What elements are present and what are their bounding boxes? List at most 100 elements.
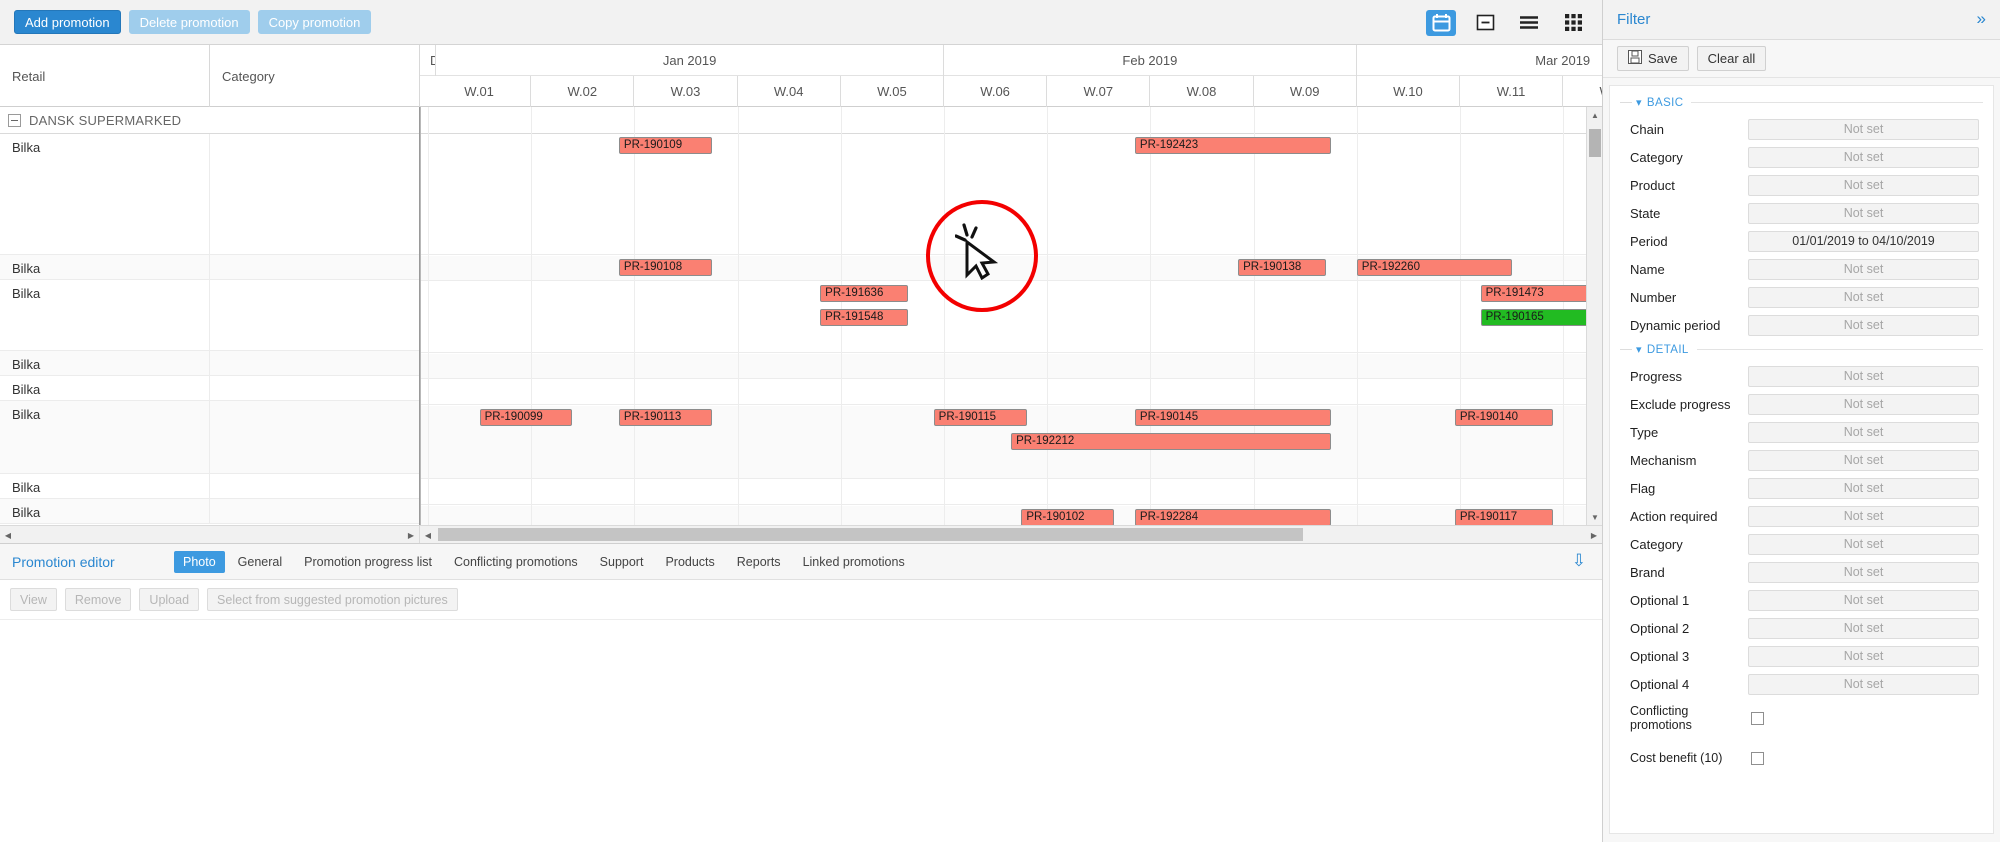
promotion-bar[interactable]: PR-190117	[1454, 509, 1553, 525]
table-row[interactable]: Bilka	[0, 499, 419, 524]
column-header-category[interactable]: Category	[210, 45, 420, 107]
filter-value-optional-3[interactable]: Not set	[1748, 645, 1979, 667]
filter-value-name[interactable]: Not set	[1748, 258, 1979, 280]
chart-scroll-right-arrow-icon[interactable]: ▶	[1586, 526, 1602, 544]
filter-value-action-required[interactable]: Not set	[1748, 505, 1979, 527]
copy-promotion-button[interactable]: Copy promotion	[257, 10, 372, 34]
promotion-bar[interactable]: PR-190099	[479, 409, 573, 426]
photo-upload-button[interactable]: Upload	[139, 588, 200, 611]
photo-view-button[interactable]: View	[10, 588, 57, 611]
promotion-bar[interactable]: PR-190140	[1454, 409, 1553, 426]
chevron-down-icon[interactable]: ⇩	[1572, 552, 1586, 570]
gantt-chart-pane[interactable]: PR-190109 PR-192423 PR-190108 PR-190138 PR-1…	[420, 107, 1602, 525]
filter-value-period[interactable]: 01/01/2019 to 04/10/2019	[1748, 230, 1979, 252]
checkbox-conflicting-promotions[interactable]	[1751, 711, 1764, 725]
tile-view-icon[interactable]	[1558, 10, 1588, 36]
promotion-bar[interactable]: PR-191636	[820, 285, 908, 302]
filter-value-mechanism[interactable]: Not set	[1748, 449, 1979, 471]
table-row[interactable]: Bilka	[0, 376, 419, 401]
horizontal-scroll-thumb[interactable]	[438, 528, 1303, 541]
tab-promotion-progress-list[interactable]: Promotion progress list	[295, 551, 441, 573]
promotion-bar[interactable]: PR-190165	[1480, 309, 1602, 326]
group-row-dansk-supermarked[interactable]: DANSK SUPERMARKED	[0, 107, 419, 134]
filter-clear-all-button[interactable]: Clear all	[1696, 46, 1767, 71]
chart-scroll-left-arrow-icon[interactable]: ◀	[420, 526, 436, 544]
filter-value-product[interactable]: Not set	[1748, 174, 1979, 196]
chart-row-band[interactable]	[420, 282, 1602, 353]
filter-label: Dynamic period	[1630, 317, 1721, 333]
filter-save-button[interactable]: Save	[1617, 46, 1689, 71]
column-header-retail[interactable]: Retail	[0, 45, 210, 107]
tab-reports[interactable]: Reports	[728, 551, 790, 573]
promotion-bar[interactable]: PR-190113	[618, 409, 712, 426]
chart-row-band[interactable]	[420, 380, 1602, 405]
collapse-group-icon[interactable]	[8, 113, 21, 127]
promotion-bar[interactable]: PR-192423	[1134, 137, 1331, 154]
filter-value-optional-2[interactable]: Not set	[1748, 617, 1979, 639]
left-scroll-right-arrow-icon[interactable]: ▶	[403, 526, 419, 544]
filter-value-chain[interactable]: Not set	[1748, 118, 1979, 140]
filter-value-progress[interactable]: Not set	[1748, 365, 1979, 387]
tab-support[interactable]: Support	[591, 551, 653, 573]
left-pane-hscrollbar[interactable]: ◀ ▶	[0, 526, 420, 544]
timeline-week-cell: W.05	[841, 76, 944, 107]
table-row[interactable]: Bilka	[0, 401, 419, 474]
promotion-bar[interactable]: PR-192284	[1134, 509, 1331, 525]
filter-section-basic[interactable]: ▾ BASIC	[1620, 96, 1983, 109]
tab-general[interactable]: General	[229, 551, 291, 573]
table-row[interactable]: Bilka	[0, 351, 419, 376]
left-scroll-left-arrow-icon[interactable]: ◀	[0, 526, 16, 544]
filter-section-detail[interactable]: ▾ DETAIL	[1620, 343, 1983, 356]
promotion-bar[interactable]: PR-190102	[1021, 509, 1115, 525]
tab-linked-promotions[interactable]: Linked promotions	[794, 551, 914, 573]
promotion-bar[interactable]: PR-192260	[1356, 259, 1512, 276]
tab-products[interactable]: Products	[656, 551, 723, 573]
collapse-right-icon[interactable]: »	[1977, 9, 1986, 29]
table-row[interactable]: Bilka	[0, 280, 419, 351]
filter-value-optional-4[interactable]: Not set	[1748, 673, 1979, 695]
add-promotion-button[interactable]: Add promotion	[14, 10, 121, 34]
table-row[interactable]: Bilka	[0, 474, 419, 499]
promotion-bar[interactable]: PR-191473	[1480, 285, 1602, 302]
promotion-bar[interactable]: PR-190109	[618, 137, 712, 154]
promotion-bar[interactable]: PR-190115	[933, 409, 1027, 426]
photo-select-button[interactable]: Select from suggested promotion pictures	[207, 588, 458, 611]
gantt-vertical-scrollbar[interactable]: ▲ ▼	[1586, 107, 1602, 525]
promotion-bar[interactable]: PR-191548	[820, 309, 908, 326]
row-cell-category	[210, 351, 419, 375]
scroll-down-arrow-icon[interactable]: ▼	[1587, 509, 1602, 525]
chart-row-band[interactable]	[420, 506, 1602, 525]
filter-value-dynamic-period[interactable]: Not set	[1748, 314, 1979, 336]
filter-value-number[interactable]: Not set	[1748, 286, 1979, 308]
filter-value-category[interactable]: Not set	[1748, 146, 1979, 168]
filter-value-state[interactable]: Not set	[1748, 202, 1979, 224]
calendar-view-icon[interactable]	[1426, 9, 1456, 36]
filter-value-category[interactable]: Not set	[1748, 533, 1979, 555]
filter-value-exclude-progress[interactable]: Not set	[1748, 393, 1979, 415]
scroll-up-arrow-icon[interactable]: ▲	[1587, 107, 1602, 123]
filter-value-brand[interactable]: Not set	[1748, 561, 1979, 583]
chart-row-band[interactable]	[420, 354, 1602, 379]
filter-value-flag[interactable]: Not set	[1748, 477, 1979, 499]
chart-hscrollbar[interactable]: ◀ ▶	[420, 526, 1602, 544]
promotion-bar[interactable]: PR-190138	[1238, 259, 1326, 276]
photo-remove-button[interactable]: Remove	[64, 588, 132, 611]
tab-conflicting-promotions[interactable]: Conflicting promotions	[445, 551, 587, 573]
checkbox-cost-benefit-10[interactable]	[1751, 751, 1764, 765]
gantt-chart-canvas[interactable]: PR-190109 PR-192423 PR-190108 PR-190138 PR-1…	[420, 107, 1602, 525]
chart-row-band[interactable]	[420, 480, 1602, 505]
list-view-icon[interactable]	[1514, 10, 1544, 36]
filter-panel: Filter » Save Clear all ▾ BASIC Chain Not s…	[1603, 0, 2000, 842]
filter-value-type[interactable]: Not set	[1748, 421, 1979, 443]
delete-promotion-button[interactable]: Delete promotion	[128, 10, 250, 34]
split-view-icon[interactable]	[1470, 10, 1500, 36]
promotion-bar[interactable]: PR-192212	[1011, 433, 1331, 450]
table-row[interactable]: Bilka	[0, 255, 419, 280]
chart-row-band[interactable]	[420, 134, 1602, 255]
vertical-scroll-thumb[interactable]	[1589, 129, 1601, 157]
table-row[interactable]: Bilka	[0, 134, 419, 255]
tab-photo[interactable]: Photo	[174, 550, 225, 573]
promotion-bar[interactable]: PR-190145	[1134, 409, 1331, 426]
filter-value-optional-1[interactable]: Not set	[1748, 589, 1979, 611]
promotion-bar[interactable]: PR-190108	[618, 259, 712, 276]
